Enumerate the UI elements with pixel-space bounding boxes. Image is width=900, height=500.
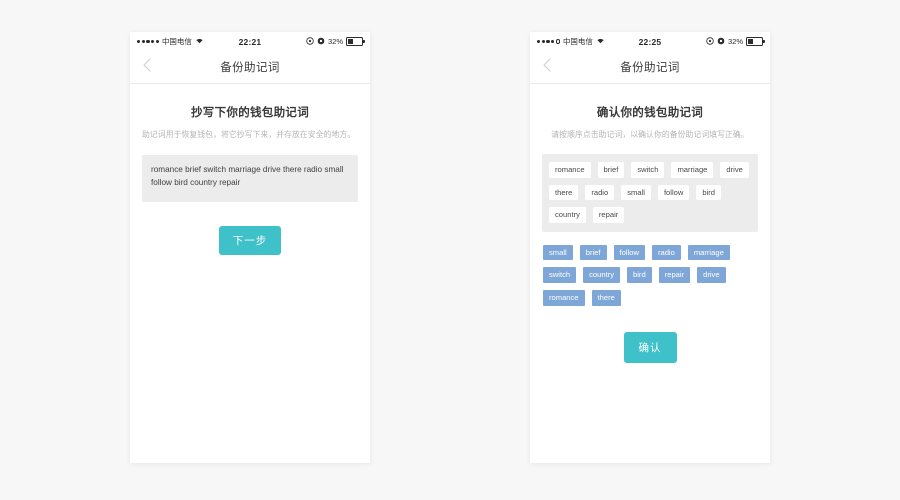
selected-word-chip[interactable]: follow xyxy=(613,244,645,261)
selected-word-chip[interactable]: drive xyxy=(697,267,726,284)
screenshot-stage: 中国电信 22:21 32% 备份助记词 抄写下你的钱包助记词 助记词用于恢复钱… xyxy=(0,0,900,500)
nav-bar: 备份助记词 xyxy=(530,51,770,84)
screen-content: 抄写下你的钱包助记词 助记词用于恢复钱包，将它抄写下来，并存放在安全的地方。 r… xyxy=(130,104,370,256)
nav-bar: 备份助记词 xyxy=(130,51,370,84)
status-bar: 中国电信 22:21 32% xyxy=(130,32,370,51)
mnemonic-word-chip[interactable]: repair xyxy=(592,207,625,223)
selected-word-chip[interactable]: there xyxy=(591,290,621,306)
mnemonic-word-chip[interactable]: switch xyxy=(631,162,665,178)
mnemonic-word-chip[interactable]: there xyxy=(549,184,579,201)
heading-description: 助记词用于恢复钱包，将它抄写下来，并存放在安全的地方。 xyxy=(142,130,356,139)
mnemonic-word-chip[interactable]: small xyxy=(621,184,651,201)
selected-word-chip[interactable]: country xyxy=(583,267,621,284)
next-step-button[interactable]: 下一步 xyxy=(218,226,282,256)
selected-word-chip[interactable]: switch xyxy=(543,267,577,284)
status-bar-clock: 22:25 xyxy=(638,36,662,47)
mnemonic-word-chip[interactable]: drive xyxy=(720,162,749,178)
mnemonic-word-chip[interactable]: radio xyxy=(585,184,615,201)
selected-word-chip[interactable]: repair xyxy=(658,267,691,284)
page-title: 备份助记词 xyxy=(220,62,280,74)
heading: 确认你的钱包助记词 xyxy=(596,107,704,119)
status-bar: 中国电信 22:25 32% xyxy=(530,32,770,51)
selected-word-chip[interactable]: radio xyxy=(651,244,681,261)
mnemonic-word-chip[interactable]: romance xyxy=(549,162,591,178)
selected-word-chip[interactable]: bird xyxy=(627,267,652,284)
mnemonic-word-chip[interactable]: bird xyxy=(696,184,722,201)
mnemonic-word-chip[interactable]: marriage xyxy=(671,162,714,178)
mnemonic-word-pool: romance brief switch marriage drive there radi… xyxy=(542,154,758,232)
selected-word-chip[interactable]: marriage xyxy=(687,244,730,261)
mnemonic-phrase-box: romance brief switch marriage drive ther… xyxy=(142,155,358,203)
heading: 抄写下你的钱包助记词 xyxy=(191,107,309,119)
confirm-button[interactable]: 确认 xyxy=(623,331,677,363)
mnemonic-word-chip[interactable]: brief xyxy=(597,162,625,178)
battery-icon xyxy=(346,36,365,47)
mnemonic-word-chip[interactable]: country xyxy=(549,207,586,223)
phone-screen-backup-mnemonic-write: 中国电信 22:21 32% 备份助记词 抄写下你的钱包助记词 助记词用于恢复钱… xyxy=(130,32,370,463)
status-bar-clock: 22:21 xyxy=(238,36,262,47)
battery-icon xyxy=(746,36,765,47)
heading-description: 请按顺序点击助记词，以确认你的备份助记词填写正确。 xyxy=(551,130,749,139)
screen-content: 确认你的钱包助记词 请按顺序点击助记词，以确认你的备份助记词填写正确。 roma… xyxy=(530,104,770,363)
selected-word-chip[interactable]: small xyxy=(543,244,573,261)
page-title: 备份助记词 xyxy=(620,62,680,74)
selected-word-chip[interactable]: romance xyxy=(543,290,585,306)
mnemonic-word-chip[interactable]: follow xyxy=(657,184,690,201)
selected-word-chip[interactable]: brief xyxy=(579,244,607,261)
phone-screen-backup-mnemonic-confirm: 中国电信 22:25 32% 备份助记词 确认你的钱包助记词 请按顺序点击助记词… xyxy=(530,32,770,463)
selected-word-list: small brief follow radio marriage switch count… xyxy=(542,244,758,306)
